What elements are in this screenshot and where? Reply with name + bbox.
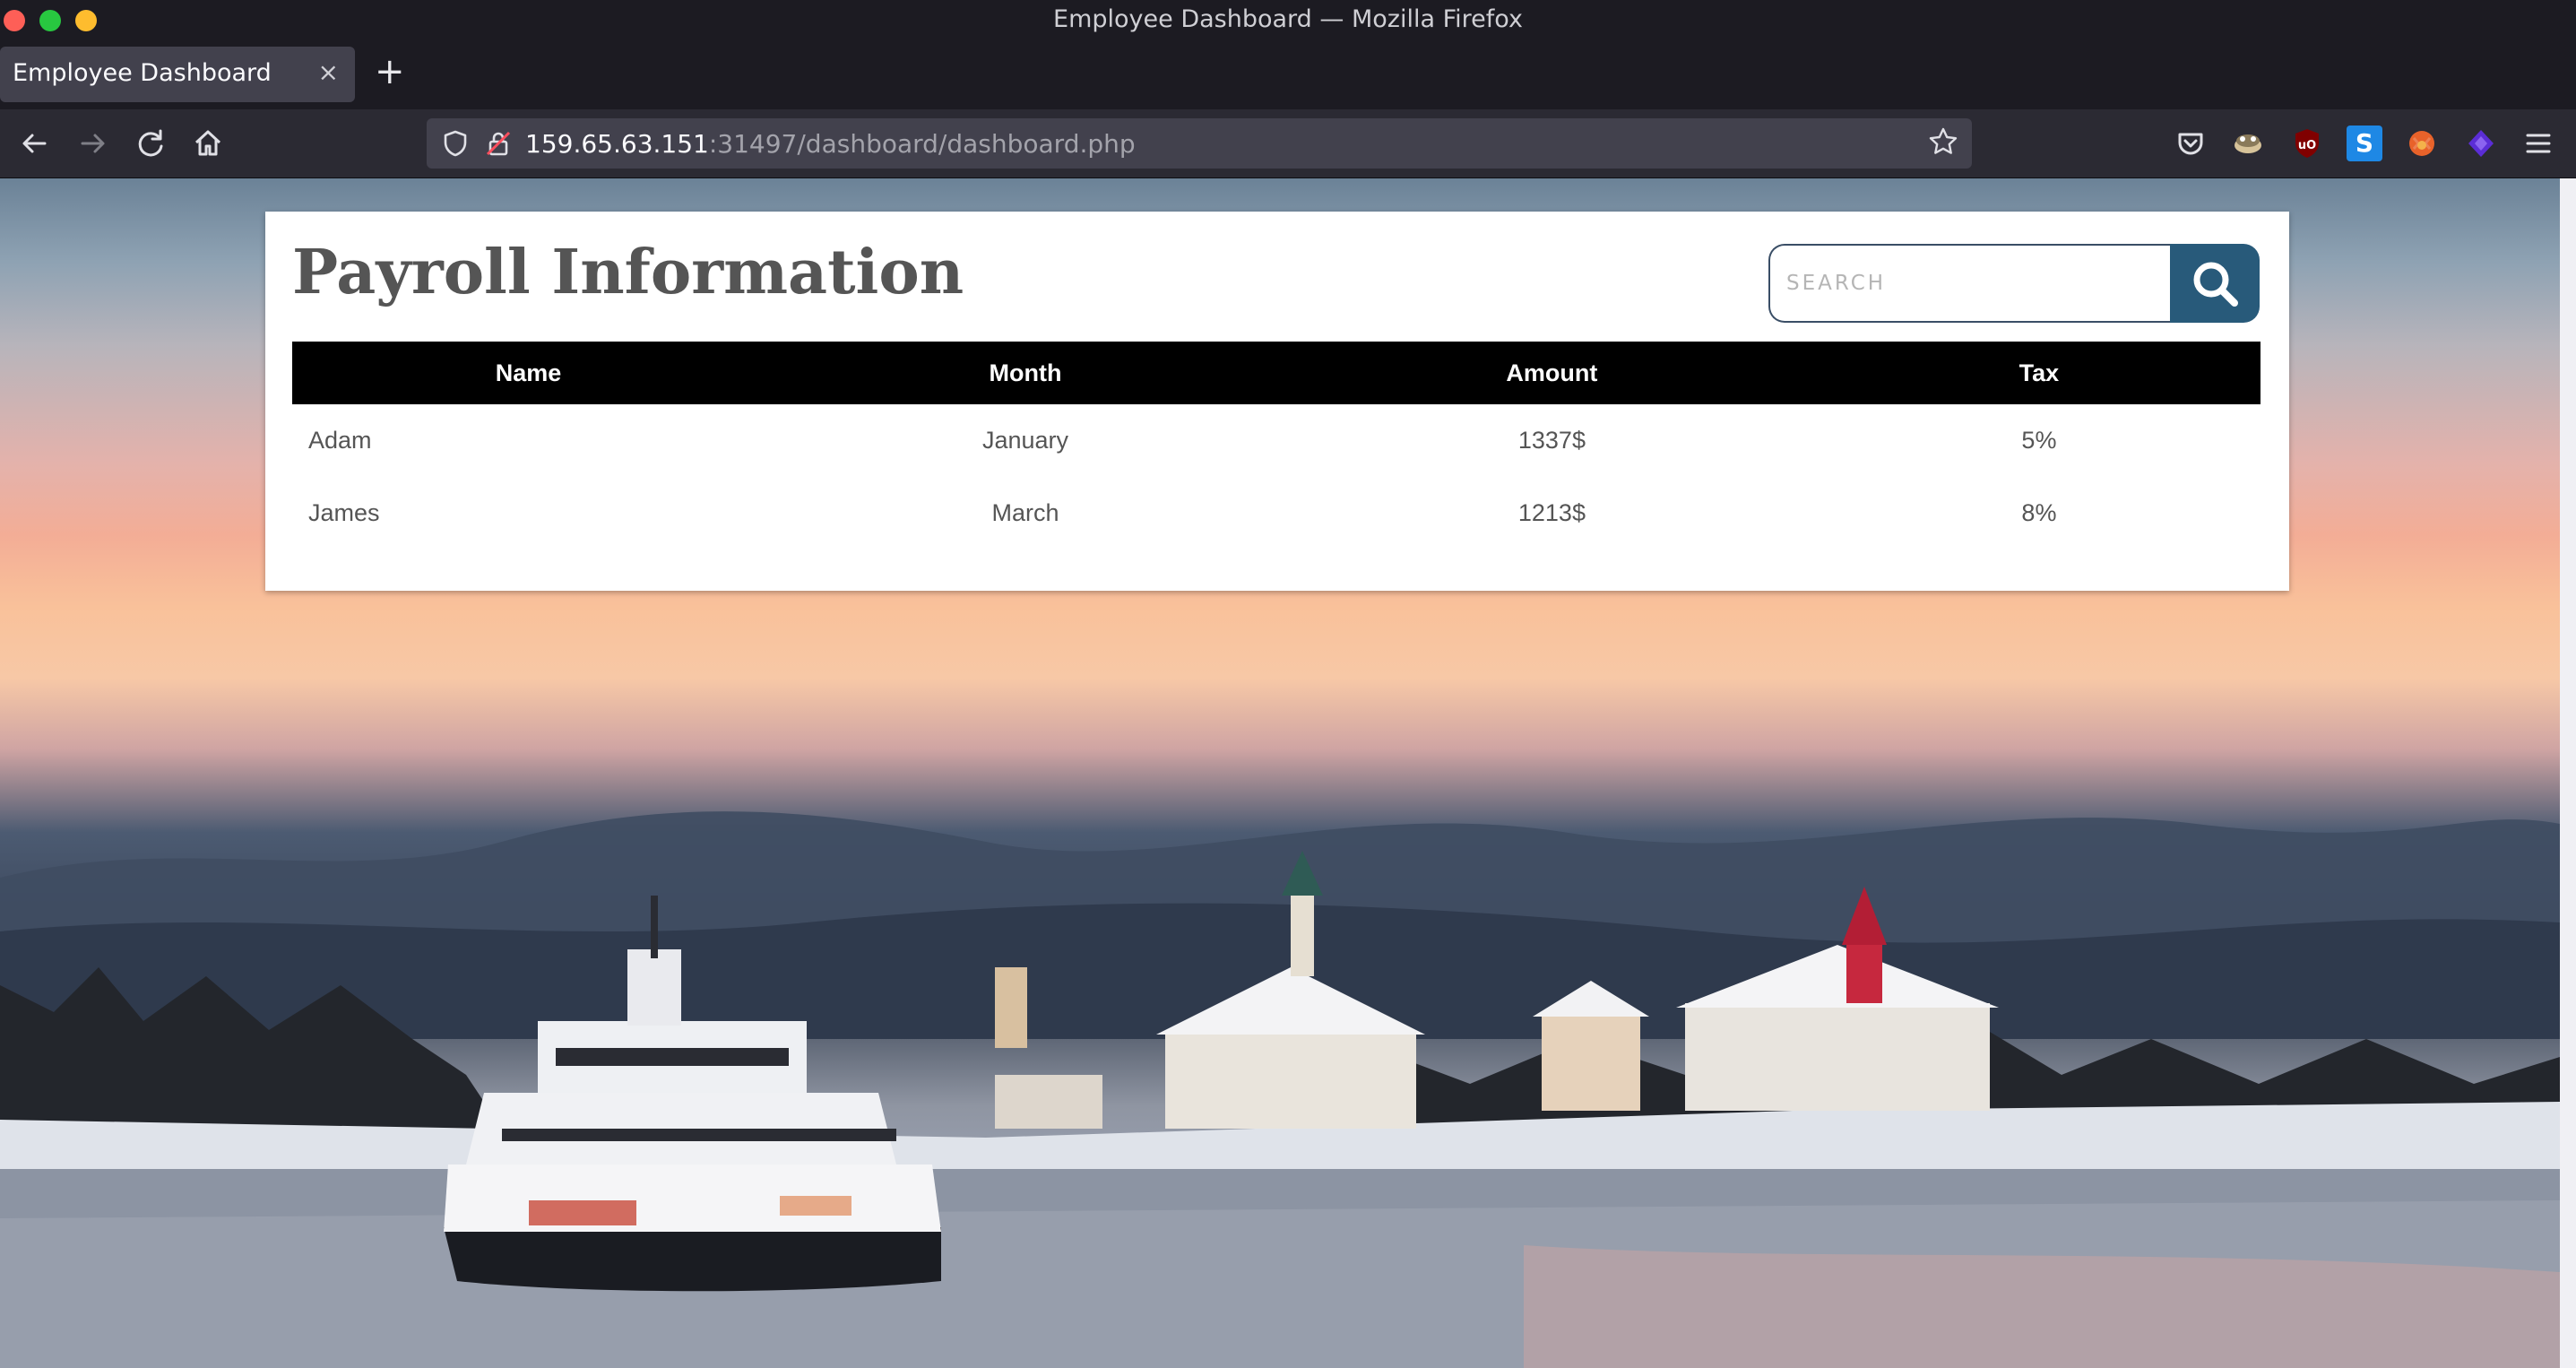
hamburger-menu-icon[interactable]: [2520, 126, 2556, 161]
url-host: 159.65.63.151: [525, 129, 709, 159]
ublock-origin-icon[interactable]: uO: [2289, 126, 2325, 161]
page-scrollbar[interactable]: [2560, 178, 2576, 1368]
navigation-toolbar: 159.65.63.151:31497/dashboard/dashboard.…: [0, 109, 2576, 178]
cell-name: James: [308, 499, 380, 526]
cell-amount: 1213$: [1517, 499, 1586, 526]
forward-arrow-icon[interactable]: [75, 126, 111, 161]
payroll-table: Name Month Amount Tax Adam January 1337$…: [292, 342, 2260, 550]
cell-month: January: [981, 427, 1069, 454]
tab-close-icon[interactable]: ×: [318, 57, 339, 87]
column-header-tax: Tax: [1817, 342, 2260, 404]
search-button[interactable]: [2170, 244, 2260, 323]
url-text[interactable]: 159.65.63.151:31497/dashboard/dashboard.…: [525, 129, 1136, 159]
tracking-protection-shield-icon[interactable]: [439, 127, 471, 160]
column-header-name: Name: [292, 342, 765, 404]
cell-month: March: [991, 499, 1059, 526]
window-title: Employee Dashboard — Mozilla Firefox: [1053, 5, 1523, 33]
new-tab-button[interactable]: +: [375, 52, 405, 91]
back-arrow-icon[interactable]: [16, 126, 52, 161]
column-header-amount: Amount: [1285, 342, 1818, 404]
svg-text:uO: uO: [2298, 139, 2316, 152]
table-header-row: Name Month Amount Tax: [292, 342, 2260, 404]
url-path: :31497/dashboard/dashboard.php: [708, 129, 1136, 159]
bookmark-star-icon[interactable]: [1927, 126, 1959, 166]
address-bar[interactable]: 159.65.63.151:31497/dashboard/dashboard.…: [427, 118, 1972, 169]
window-titlebar: Employee Dashboard — Mozilla Firefox: [0, 0, 2576, 39]
search-form: [1768, 244, 2260, 323]
tab-employee-dashboard[interactable]: Employee Dashboard ×: [0, 47, 355, 102]
extension-icon[interactable]: [2230, 126, 2266, 161]
table-row: James March 1213$ 8%: [292, 477, 2260, 550]
page-title: Payroll Information: [292, 237, 964, 308]
cell-name: Adam: [308, 427, 372, 454]
payroll-card: Payroll Information Name Month Amount Ta…: [265, 212, 2289, 591]
reload-icon[interactable]: [133, 126, 169, 161]
s-extension-icon[interactable]: S: [2347, 126, 2382, 161]
tab-strip: Employee Dashboard × +: [0, 39, 2576, 109]
foxyproxy-icon[interactable]: [2404, 126, 2440, 161]
wappalyzer-icon[interactable]: [2463, 126, 2499, 161]
table-row: Adam January 1337$ 5%: [292, 404, 2260, 477]
cell-amount: 1337$: [1517, 427, 1586, 454]
column-header-month: Month: [765, 342, 1286, 404]
insecure-lock-icon[interactable]: [482, 127, 514, 160]
page-viewport: Payroll Information Name Month Amount Ta…: [0, 178, 2560, 1368]
search-input[interactable]: [1768, 244, 2172, 323]
search-icon: [2170, 262, 2260, 325]
tab-label: Employee Dashboard: [13, 59, 272, 87]
home-icon[interactable]: [190, 126, 226, 161]
cell-tax: 8%: [2021, 499, 2057, 526]
cell-tax: 5%: [2021, 427, 2057, 454]
pocket-icon[interactable]: [2173, 126, 2209, 161]
